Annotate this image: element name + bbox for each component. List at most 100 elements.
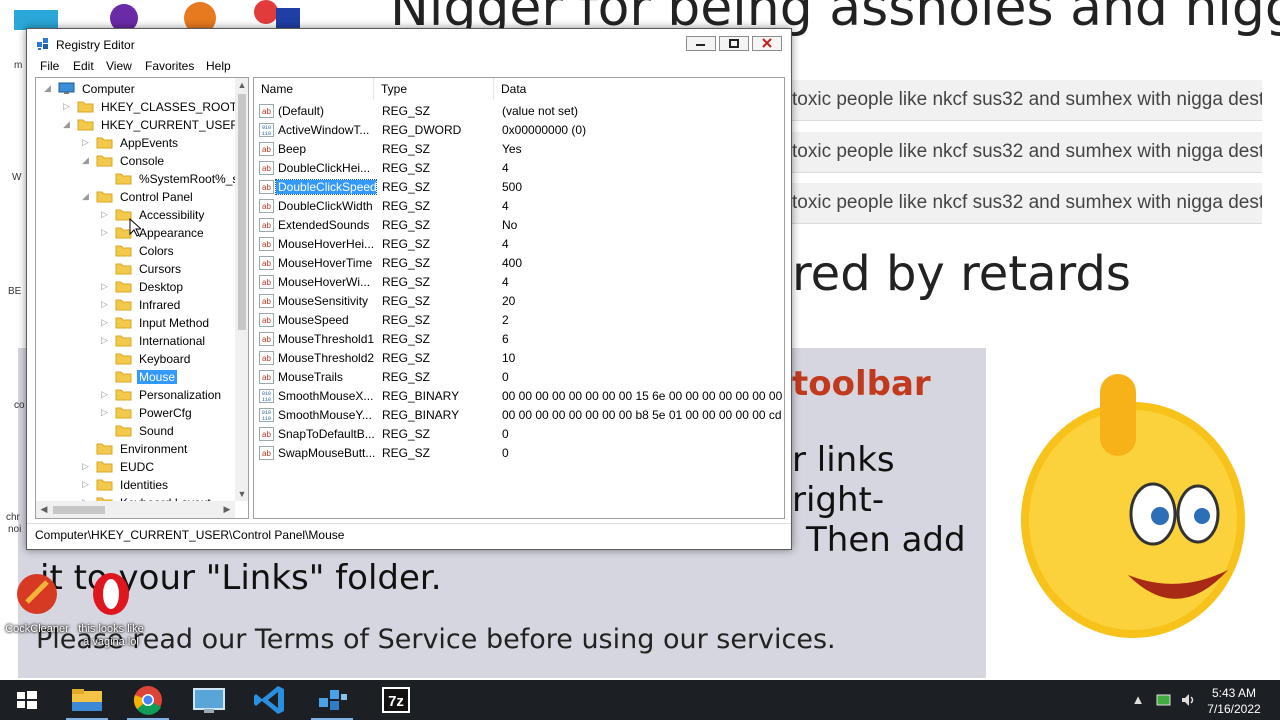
value-name: DoubleClickSpeed xyxy=(275,179,377,195)
collapsed-arrow-icon[interactable]: ▷ xyxy=(82,462,90,471)
value-data: 20 xyxy=(502,294,516,308)
taskbar-remote-desktop[interactable] xyxy=(182,680,236,720)
folder-icon xyxy=(115,353,132,365)
string-value-icon: ab xyxy=(259,199,274,213)
value-type: REG_SZ xyxy=(382,256,431,270)
expanded-arrow-icon[interactable]: ◢ xyxy=(63,120,71,129)
value-name: Beep xyxy=(278,142,307,156)
maximize-button[interactable] xyxy=(719,36,749,51)
tray-overflow-icon[interactable]: ▲ xyxy=(1130,692,1146,708)
value-row[interactable]: 010 110 SmoothMouseY... REG_BINARY 00 00 00 … xyxy=(254,406,784,425)
value-row[interactable]: ab DoubleClickWidth REG_SZ 4 xyxy=(254,197,784,216)
desktop-icon-opera[interactable]: this looks like a vagina lol xyxy=(76,572,146,649)
close-button[interactable] xyxy=(752,36,782,51)
value-row[interactable]: ab MouseThreshold2 REG_SZ 10 xyxy=(254,349,784,368)
taskbar-registry-editor[interactable] xyxy=(305,680,359,720)
tree-node-label: Infrared xyxy=(139,298,181,312)
tree-vertical-scrollbar[interactable]: ▲ ▼ xyxy=(235,78,248,501)
value-row[interactable]: ab MouseThreshold1 REG_SZ 6 xyxy=(254,330,784,349)
expanded-arrow-icon[interactable]: ◢ xyxy=(82,156,90,165)
tree-horizontal-scrollbar[interactable]: ◀ ▶ xyxy=(36,501,235,518)
value-name: MouseHoverHei... xyxy=(278,237,375,251)
collapsed-arrow-icon[interactable]: ▷ xyxy=(101,390,109,399)
string-value-icon: ab xyxy=(259,446,274,460)
collapsed-arrow-icon[interactable]: ▷ xyxy=(101,210,109,219)
title-bar[interactable]: Registry Editor xyxy=(27,29,791,59)
value-row[interactable]: ab DoubleClickSpeed REG_SZ 500 xyxy=(254,178,784,197)
tree-node-label: Appearance xyxy=(139,226,204,240)
value-row[interactable]: ab MouseSensitivity REG_SZ 20 xyxy=(254,292,784,311)
values-list[interactable]: Name Type Data ab (Default) REG_SZ (value n… xyxy=(253,77,785,519)
key-tree[interactable]: ◢ Computer ▷ HKEY_CLASSES_ROOT ◢ HKEY_CURRENT… xyxy=(35,77,249,519)
collapsed-arrow-icon[interactable]: ▷ xyxy=(101,228,109,237)
value-type: REG_BINARY xyxy=(382,389,460,403)
value-name: SwapMouseButt... xyxy=(278,446,376,460)
scroll-up-icon[interactable]: ▲ xyxy=(235,78,248,92)
value-row[interactable]: 010 110 ActiveWindowT... REG_DWORD 0x0000000… xyxy=(254,121,784,140)
value-row[interactable]: ab (Default) REG_SZ (value not set) xyxy=(254,102,784,121)
taskbar-vscode[interactable] xyxy=(244,680,298,720)
collapsed-arrow-icon[interactable]: ▷ xyxy=(101,408,109,417)
top-icons-strip xyxy=(14,0,300,34)
svg-text:ab: ab xyxy=(262,221,271,230)
value-row[interactable]: ab MouseTrails REG_SZ 0 xyxy=(254,368,784,387)
taskbar-file-explorer[interactable] xyxy=(60,680,114,720)
value-type: REG_SZ xyxy=(382,275,431,289)
tree-node-label: EUDC xyxy=(120,460,155,474)
7zip-icon: 7z xyxy=(382,687,410,713)
scroll-down-icon[interactable]: ▼ xyxy=(235,487,248,501)
scroll-thumb[interactable] xyxy=(53,506,105,514)
collapsed-arrow-icon[interactable]: ▷ xyxy=(63,102,71,111)
column-header-type[interactable]: Type xyxy=(374,78,494,100)
scroll-right-icon[interactable]: ▶ xyxy=(219,501,235,518)
minimize-button[interactable] xyxy=(686,36,716,51)
collapsed-arrow-icon[interactable]: ▷ xyxy=(82,138,90,147)
taskbar-7zip[interactable]: 7z xyxy=(369,680,423,720)
value-name: (Default) xyxy=(278,104,325,118)
clock[interactable]: 5:43 AM 7/16/2022 xyxy=(1196,685,1272,717)
value-row[interactable]: ab MouseHoverTime REG_SZ 400 xyxy=(254,254,784,273)
collapsed-arrow-icon[interactable]: ▷ xyxy=(101,336,109,345)
tree-node-label: Sound xyxy=(139,424,174,438)
menu-edit[interactable]: Edit xyxy=(73,59,94,73)
menu-file[interactable]: File xyxy=(40,59,59,73)
value-row[interactable]: ab SwapMouseButt... REG_SZ 0 xyxy=(254,444,784,463)
value-row[interactable]: 010 110 SmoothMouseX... REG_BINARY 00 00 00 … xyxy=(254,387,784,406)
registry-editor-icon xyxy=(37,38,48,50)
column-header-name[interactable]: Name xyxy=(254,78,374,100)
collapsed-arrow-icon[interactable]: ▷ xyxy=(101,318,109,327)
expanded-arrow-icon[interactable]: ◢ xyxy=(44,84,52,93)
value-data: 6 xyxy=(502,332,509,346)
value-type: REG_DWORD xyxy=(382,123,462,137)
column-header-data[interactable]: Data xyxy=(494,78,784,100)
expanded-arrow-icon[interactable]: ◢ xyxy=(82,192,90,201)
value-row[interactable]: ab MouseHoverWi... REG_SZ 4 xyxy=(254,273,784,292)
value-row[interactable]: ab Beep REG_SZ Yes xyxy=(254,140,784,159)
value-name: DoubleClickHei... xyxy=(278,161,371,175)
scroll-left-icon[interactable]: ◀ xyxy=(36,501,52,518)
value-type: REG_SZ xyxy=(382,313,431,327)
menu-favorites[interactable]: Favorites xyxy=(145,59,194,73)
menu-view[interactable]: View xyxy=(106,59,132,73)
value-row[interactable]: ab DoubleClickHei... REG_SZ 4 xyxy=(254,159,784,178)
svg-text:110: 110 xyxy=(262,416,271,422)
chrome-icon xyxy=(133,686,162,715)
scroll-thumb[interactable] xyxy=(238,94,246,330)
collapsed-arrow-icon[interactable]: ▷ xyxy=(101,282,109,291)
desktop-icon-ccleaner[interactable]: CockCleaner xyxy=(2,572,72,636)
string-value-icon: ab xyxy=(259,313,274,327)
collapsed-arrow-icon[interactable]: ▷ xyxy=(82,480,90,489)
value-name: ExtendedSounds xyxy=(278,218,370,232)
volume-icon[interactable] xyxy=(1180,692,1196,708)
battery-icon[interactable] xyxy=(1156,693,1172,707)
status-path: Computer\HKEY_CURRENT_USER\Control Panel… xyxy=(35,528,345,542)
value-row[interactable]: ab MouseHoverHei... REG_SZ 4 xyxy=(254,235,784,254)
collapsed-arrow-icon[interactable]: ▷ xyxy=(101,300,109,309)
value-data: Yes xyxy=(502,142,522,156)
value-row[interactable]: ab MouseSpeed REG_SZ 2 xyxy=(254,311,784,330)
taskbar-chrome[interactable] xyxy=(121,680,175,720)
value-row[interactable]: ab SnapToDefaultB... REG_SZ 0 xyxy=(254,425,784,444)
menu-help[interactable]: Help xyxy=(206,59,231,73)
start-button[interactable] xyxy=(0,680,54,720)
value-row[interactable]: ab ExtendedSounds REG_SZ No xyxy=(254,216,784,235)
